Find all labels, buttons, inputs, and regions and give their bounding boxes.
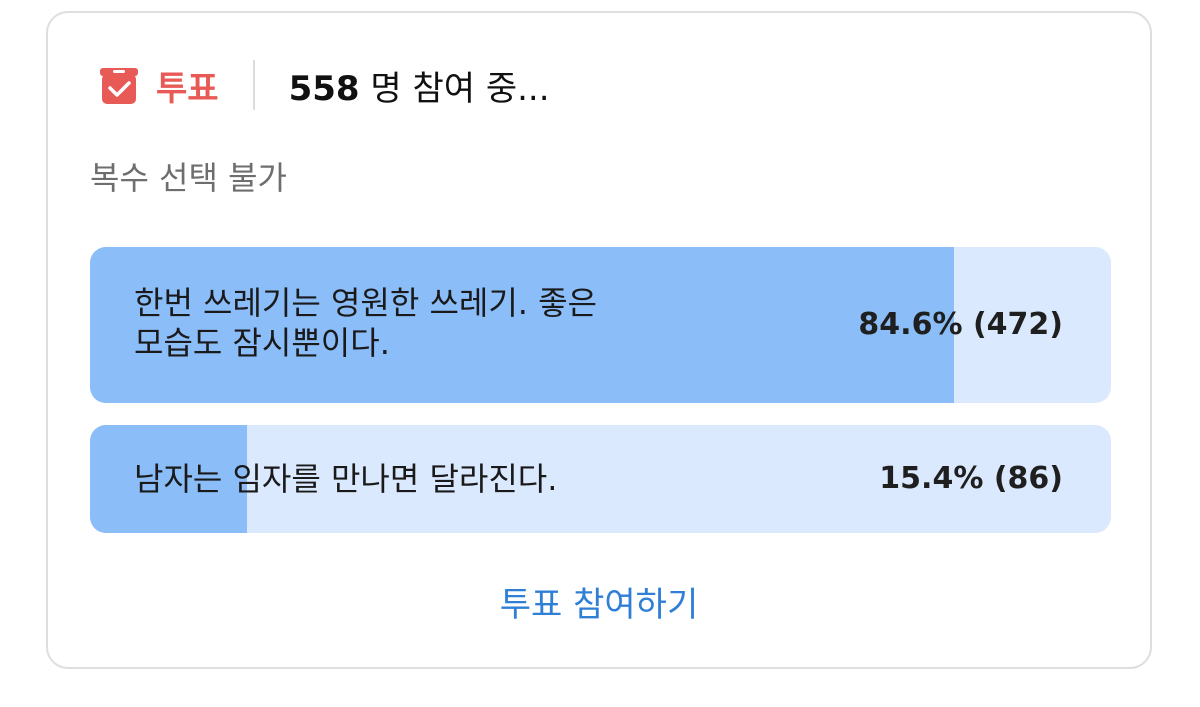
poll-label: 투표 (156, 68, 219, 109)
participants-status: 558 명 참여 중... (289, 61, 550, 110)
participants-suffix: 명 참여 중... (370, 68, 550, 109)
participants-count: 558 (288, 68, 360, 109)
ballot-box-icon (98, 64, 140, 106)
vote-participate-button[interactable]: 투표 참여하기 (48, 577, 1150, 626)
poll-option-1[interactable]: 한번 쓰레기는 영원한 쓰레기. 좋은 모습도 잠시뿐이다. 84.6% (47… (90, 247, 1111, 403)
poll-option-2-result: 15.4% (86) (879, 461, 1063, 496)
poll-option-1-text: 한번 쓰레기는 영원한 쓰레기. 좋은 모습도 잠시뿐이다. (134, 284, 598, 362)
poll-card: 투표 558 명 참여 중... 복수 선택 불가 한번 쓰레기는 영원한 쓰레… (46, 11, 1152, 669)
selection-rule: 복수 선택 불가 (90, 159, 287, 197)
poll-option-2-text: 남자는 임자를 만나면 달라진다. (134, 460, 558, 498)
poll-option-2[interactable]: 남자는 임자를 만나면 달라진다. 15.4% (86) (90, 425, 1111, 533)
poll-option-1-result: 84.6% (472) (858, 307, 1063, 342)
poll-header: 투표 558 명 참여 중... (98, 57, 550, 113)
header-divider (252, 60, 255, 110)
